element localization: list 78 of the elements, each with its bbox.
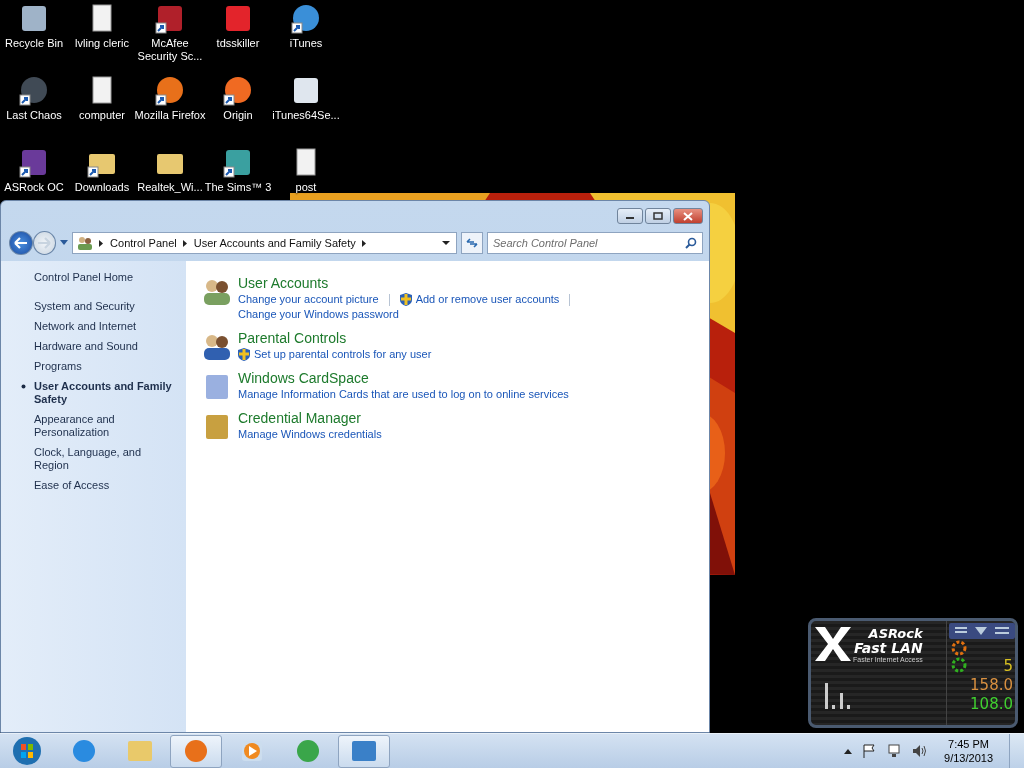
sidebar-link[interactable]: Network and Internet xyxy=(34,320,137,333)
back-arrow-icon xyxy=(13,237,28,249)
icon-label: ASRock OC xyxy=(3,181,65,194)
users-icon xyxy=(77,236,94,250)
chevron-icon xyxy=(361,239,367,247)
close-icon xyxy=(683,211,693,221)
sidebar-link[interactable]: Appearance and Personalization xyxy=(34,413,178,439)
sidebar-link[interactable]: Ease of Access xyxy=(34,479,110,492)
icon-label: lvling cleric xyxy=(74,37,130,50)
search-icon xyxy=(685,237,697,249)
browser-icon xyxy=(182,738,210,764)
sidebar-link[interactable]: System and Security xyxy=(34,300,135,313)
icon-label: The Sims™ 3 xyxy=(203,181,273,194)
control-panel-icon xyxy=(350,738,378,764)
maximize-button[interactable] xyxy=(645,208,671,224)
spinner-icon xyxy=(951,657,967,673)
icon-label: post xyxy=(294,181,318,194)
chevron-icon xyxy=(99,239,105,247)
show-hidden-icon[interactable] xyxy=(844,748,853,754)
sidebar-link[interactable]: User Accounts and Family Safety xyxy=(34,380,178,406)
sidebar-link[interactable]: Programs xyxy=(34,360,82,373)
brand-text: ASRock xyxy=(868,627,923,641)
category-link[interactable]: User Accounts xyxy=(238,275,577,292)
menu-icon[interactable] xyxy=(949,623,1015,639)
users-icon[interactable] xyxy=(202,332,232,362)
widget-title: Fast LAN xyxy=(853,641,923,656)
spinner-icon xyxy=(951,640,967,656)
date-text: 9/13/2013 xyxy=(944,751,993,765)
chevron-icon xyxy=(182,239,188,247)
time-text: 7:45 PM xyxy=(948,737,989,751)
icon-label: Realtek_Wi... xyxy=(136,181,204,194)
back-button[interactable] xyxy=(9,231,33,255)
folder-icon xyxy=(126,738,154,764)
breadcrumb[interactable]: User Accounts and Family Safety xyxy=(193,237,356,249)
task-link[interactable]: Set up parental controls for any user xyxy=(254,347,432,362)
category-link[interactable]: Windows CardSpace xyxy=(238,370,569,387)
category-link[interactable]: Parental Controls xyxy=(238,330,432,347)
sidebar-link[interactable]: Control Panel Home xyxy=(34,271,134,284)
task-link[interactable]: Add or remove user accounts xyxy=(415,292,560,307)
category-link[interactable]: Credential Manager xyxy=(238,410,382,427)
icon-label: McAfee Security Sc... xyxy=(136,37,204,63)
icon-label: iTunes xyxy=(288,37,324,50)
maximize-icon xyxy=(653,212,663,220)
search-field[interactable]: Search Control Panel xyxy=(487,232,703,254)
icon-label: Mozilla Firefox xyxy=(133,109,207,122)
users-icon[interactable] xyxy=(202,277,232,307)
reading: 5 xyxy=(1003,657,1013,675)
icon-label: Downloads xyxy=(73,181,131,194)
network-icon[interactable] xyxy=(886,744,903,758)
browser-icon xyxy=(70,738,98,764)
address-bar[interactable]: Control Panel User Accounts and Family Safety xyxy=(72,232,458,254)
minimize-button[interactable] xyxy=(617,208,643,224)
task-link[interactable]: Manage Information Cards that are used to log on to online services xyxy=(238,387,569,402)
clock[interactable]: 7:45 PM 9/13/2013 xyxy=(938,737,999,765)
icon-label: Last Chaos xyxy=(5,109,63,122)
refresh-button[interactable] xyxy=(461,232,483,254)
icon-label: Recycle Bin xyxy=(3,37,65,50)
browser-icon xyxy=(294,738,322,764)
taskbar-button[interactable] xyxy=(170,734,222,768)
reading: 108.0 xyxy=(970,695,1013,713)
breadcrumb[interactable]: Control Panel xyxy=(110,237,177,249)
flag-icon[interactable] xyxy=(862,744,877,758)
icon-label: tdsskiller xyxy=(215,37,261,50)
refresh-icon xyxy=(465,237,480,249)
reading: 158.0 xyxy=(970,676,1013,694)
dropdown-icon[interactable] xyxy=(442,240,451,246)
forward-arrow-icon xyxy=(37,237,52,249)
task-link[interactable]: Change your account picture xyxy=(238,292,379,307)
taskbar-button[interactable] xyxy=(338,734,390,768)
close-button[interactable] xyxy=(673,208,703,224)
icon-label: iTunes64Se... xyxy=(271,109,341,122)
sidebar-link[interactable]: Clock, Language, and Region xyxy=(34,446,178,472)
forward-button[interactable] xyxy=(32,231,57,255)
windows-orb-icon xyxy=(12,736,42,766)
sidebar-link[interactable]: Hardware and Sound xyxy=(34,340,138,353)
speaker-icon[interactable] xyxy=(912,744,929,758)
task-link[interactable]: Manage Windows credentials xyxy=(238,427,382,442)
task-link[interactable]: Change your Windows password xyxy=(238,307,399,322)
